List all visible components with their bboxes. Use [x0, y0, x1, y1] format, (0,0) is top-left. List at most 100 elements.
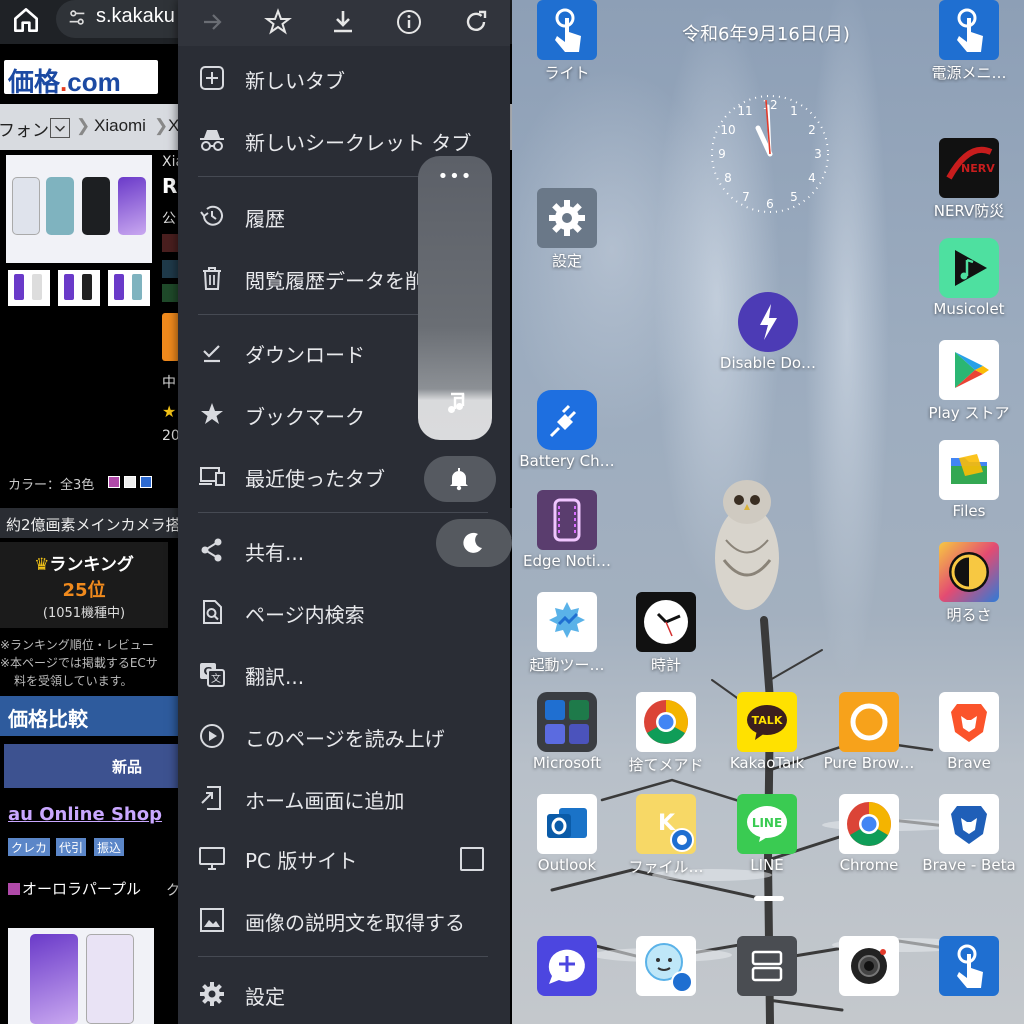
- notification-toggle[interactable]: [424, 456, 496, 502]
- app-label: 起動ツー…: [529, 656, 605, 674]
- app-outlook[interactable]: Outlook: [512, 794, 622, 894]
- app-label: NERV防災: [933, 202, 1005, 220]
- more-dots-icon[interactable]: •••: [418, 166, 492, 187]
- app-label: Battery Ch…: [519, 452, 615, 470]
- app-disable-do[interactable]: Disable Do…: [713, 292, 823, 392]
- plug-icon: [537, 390, 597, 450]
- crown-icon: ♛: [34, 555, 50, 575]
- app-clock[interactable]: 時計: [611, 592, 721, 692]
- menu-item-settings[interactable]: 設定: [178, 966, 510, 1022]
- app-brave[interactable]: Brave: [914, 692, 1024, 792]
- app-line[interactable]: LINE LINE: [712, 794, 822, 894]
- product-image[interactable]: [8, 928, 154, 1024]
- dark-mode-toggle[interactable]: [436, 519, 512, 567]
- breadcrumb-item[interactable]: フォン: [0, 116, 49, 141]
- ranking-box[interactable]: ♛ランキング 25位 (1051機種中): [0, 542, 168, 628]
- app-nerv[interactable]: NERV NERV防災: [914, 138, 1024, 238]
- color-swatch[interactable]: [108, 476, 120, 488]
- forward-arrow-icon[interactable]: [192, 4, 232, 40]
- settings-gear-icon: [200, 982, 224, 1006]
- menu-item-read-aloud[interactable]: このページを読み上げ: [178, 708, 510, 764]
- add-to-home-icon: [201, 786, 221, 810]
- desktop-site-checkbox[interactable]: [460, 847, 484, 871]
- app-chrome[interactable]: Chrome: [814, 794, 924, 894]
- app-brightness[interactable]: 明るさ: [914, 542, 1024, 642]
- app-light[interactable]: ライト: [512, 0, 622, 100]
- home-icon[interactable]: [10, 4, 42, 36]
- app-edge-notification[interactable]: Edge Noti…: [512, 490, 622, 590]
- share-icon: [201, 538, 222, 562]
- app-multiwindow[interactable]: [712, 936, 822, 1024]
- app-label: 電源メニ…: [931, 64, 1007, 82]
- app-folder-microsoft[interactable]: Microsoft: [512, 692, 622, 792]
- app-launcher-tool[interactable]: 起動ツー…: [512, 592, 622, 692]
- app-power-menu[interactable]: 電源メニ…: [914, 0, 1024, 100]
- touch-hand-icon: [537, 0, 597, 60]
- app-label: ライト: [544, 64, 590, 82]
- color-swatch[interactable]: [124, 476, 136, 488]
- color-swatch[interactable]: [140, 476, 152, 488]
- app-battery-charge[interactable]: Battery Ch…: [512, 390, 622, 490]
- product-thumbnail[interactable]: [108, 270, 150, 306]
- app-messages[interactable]: [512, 936, 622, 1024]
- app-kakaotalk[interactable]: TALK KakaoTalk: [712, 692, 822, 792]
- menu-item-find-in-page[interactable]: ページ内検索: [178, 584, 510, 640]
- app-settings[interactable]: 設定: [512, 188, 622, 288]
- downloads-icon: [203, 345, 220, 363]
- trash-icon: [203, 267, 221, 290]
- app-file-k[interactable]: K ファイル…: [611, 794, 721, 894]
- edge-panel[interactable]: •••: [418, 156, 492, 440]
- play-store-icon: [939, 340, 999, 400]
- product-thumbnail[interactable]: [8, 270, 50, 306]
- app-files[interactable]: Files: [914, 440, 1024, 540]
- site-settings-icon[interactable]: [66, 7, 88, 29]
- app-label: 時計: [650, 656, 681, 674]
- menu-item-label: 設定: [245, 985, 285, 1009]
- app-label: KakaoTalk: [729, 754, 805, 772]
- menu-item-desktop-site[interactable]: PC 版サイト: [178, 830, 510, 886]
- menu-divider: [198, 512, 488, 513]
- touch-hand-icon: [939, 0, 999, 60]
- tab-new[interactable]: 新品: [4, 744, 180, 788]
- info-icon[interactable]: [389, 4, 429, 40]
- menu-item-new-tab[interactable]: 新しいタブ: [178, 50, 510, 106]
- reload-icon[interactable]: [456, 4, 496, 40]
- download-icon[interactable]: [323, 4, 363, 40]
- product-name[interactable]: R: [162, 174, 177, 198]
- menu-item-image-descriptions[interactable]: 画像の説明文を取得する: [178, 892, 510, 948]
- app-label: Chrome: [839, 856, 899, 874]
- colors-label: カラー：全3色: [8, 478, 95, 493]
- bell-icon: [450, 468, 468, 491]
- menu-item-label: ホーム画面に追加: [245, 789, 405, 813]
- menu-item-label: 共有...: [245, 541, 305, 565]
- rating-star-icon: ★: [162, 402, 177, 421]
- analog-clock-widget[interactable]: 12 12 3 45 6 78 9 1011: [708, 92, 832, 216]
- app-musicolet[interactable]: Musicolet: [914, 238, 1024, 338]
- app-camera[interactable]: [814, 936, 924, 1024]
- kakaku-logo[interactable]: 価格.com: [4, 60, 158, 97]
- nerv-icon: NERV: [939, 138, 999, 198]
- menu-item-label: 翻訳...: [245, 665, 305, 689]
- shop-link[interactable]: au Online Shop: [8, 804, 162, 825]
- app-disposable-mail[interactable]: 捨てメアド: [611, 692, 721, 792]
- bookmark-star-icon[interactable]: [258, 4, 298, 40]
- music-note-icon[interactable]: [442, 390, 468, 416]
- chevron-down-icon[interactable]: [50, 118, 70, 138]
- app-brave-beta[interactable]: Brave - Beta: [914, 794, 1024, 894]
- app-imei[interactable]: [611, 936, 721, 1024]
- menu-item-add-to-home[interactable]: ホーム画面に追加: [178, 770, 510, 826]
- ranking-title: ♛ランキング: [34, 555, 134, 575]
- history-icon: [200, 205, 223, 226]
- menu-item-label: PC 版サイト: [245, 849, 358, 873]
- breadcrumb-item[interactable]: Xiaomi: [94, 116, 146, 136]
- app-touch[interactable]: [914, 936, 1024, 1024]
- product-image[interactable]: [6, 155, 152, 263]
- svg-text:9: 9: [718, 147, 726, 161]
- menu-item-translate[interactable]: G文 翻訳...: [178, 646, 510, 702]
- product-thumbnail[interactable]: [58, 270, 100, 306]
- app-pure-browser[interactable]: Pure Brow…: [814, 692, 924, 792]
- home-pill[interactable]: [754, 896, 784, 901]
- incognito-icon: [200, 130, 224, 151]
- app-play-store[interactable]: Play ストア: [914, 340, 1024, 440]
- image-description-icon: [200, 908, 224, 932]
